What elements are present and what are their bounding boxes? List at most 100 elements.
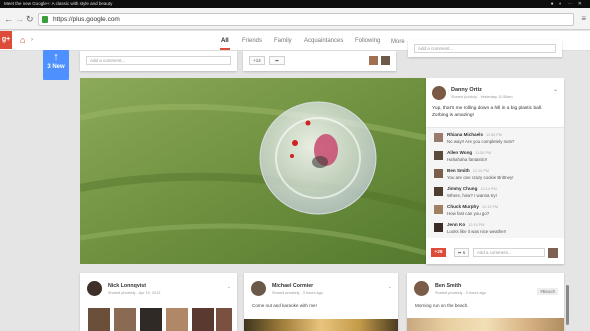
chevron-down-icon[interactable]: ⌄ xyxy=(227,284,231,290)
share-count: 6 xyxy=(462,250,466,255)
comment-time: 12:15 PM xyxy=(481,205,499,209)
hashtag-badge[interactable]: #Beach xyxy=(537,288,558,295)
comment-input[interactable]: Add a comment... xyxy=(86,56,231,65)
avatar[interactable] xyxy=(434,169,443,178)
post-side-panel: Danny Ortiz Shared publicly - Yesterday … xyxy=(426,78,564,264)
comment-item: Allen Wong 11:55 PM Hahahaha fantastic!! xyxy=(434,150,558,166)
post-meta: Shared privately - 3 hours ago xyxy=(435,290,486,295)
share-icon: ➦ xyxy=(457,250,462,255)
chevron-down-icon[interactable]: ⌄ xyxy=(553,86,558,93)
comment-item: Jimmy Chung 12:14 PM Where, how? I wanna … xyxy=(434,186,558,202)
photo-thumbnail[interactable] xyxy=(166,308,188,331)
lock-icon xyxy=(42,16,48,23)
comment-input[interactable]: Add a comment... xyxy=(414,44,556,53)
address-bar[interactable]: https://plus.google.com xyxy=(38,13,574,26)
menu-icon[interactable]: ≡ xyxy=(581,14,586,23)
new-posts-label: 3 New xyxy=(47,64,65,70)
post-card: Add a comment... xyxy=(408,40,562,57)
photo-thumbnail[interactable] xyxy=(192,308,214,331)
video-controls-icons[interactable]: ● ◐ ⋯ ✕ xyxy=(551,0,584,8)
comment-time: 12:10 PM xyxy=(472,169,489,173)
post-author[interactable]: Michael Cormier xyxy=(272,283,313,289)
comment-item: Ben Smith 12:10 PM You are one crazy cook… xyxy=(434,168,558,184)
avatar[interactable] xyxy=(434,223,443,232)
post-card: Add a comment... xyxy=(80,51,237,71)
post-text: Morning run on the beach. xyxy=(415,303,469,308)
comment-text: How fast can you go? xyxy=(447,211,490,216)
tab-friends[interactable]: Friends xyxy=(242,38,262,44)
avatar[interactable] xyxy=(381,56,390,65)
comment-text: Looks like it was nice weather! xyxy=(447,229,507,234)
comment-time: 11:55 PM xyxy=(486,133,502,137)
avatar[interactable] xyxy=(87,281,102,296)
chevron-down-icon[interactable]: ⌄ xyxy=(388,284,392,290)
comment-text: Hahahaha fantastic!! xyxy=(447,157,488,162)
comment-item: Jenn Ko 12:15 PM Looks like it was nice w… xyxy=(434,222,558,238)
gplus-logo[interactable]: g+ xyxy=(0,31,12,49)
comment-author[interactable]: Chuck Murphy xyxy=(447,204,479,209)
avatar[interactable] xyxy=(414,281,429,296)
avatar[interactable] xyxy=(434,187,443,196)
avatar[interactable] xyxy=(251,281,266,296)
share-button[interactable]: ➦ xyxy=(269,56,285,65)
post-meta: Shared privately - Apr 19, 2013 xyxy=(108,290,161,295)
comment-time: 12:15 PM xyxy=(468,223,485,227)
post-card: Michael Cormier Shared privately - 3 hou… xyxy=(244,273,398,331)
browser-toolbar: ← → ↻ https://plus.google.com ≡ xyxy=(0,8,590,30)
post-author[interactable]: Nick Lonnqvist xyxy=(108,283,146,289)
photo-thumbnail[interactable] xyxy=(114,308,136,331)
tab-more-label: More xyxy=(391,39,405,45)
photo-thumbnail[interactable] xyxy=(216,308,232,331)
video-title-bar: Meet the new Google+: A classic with sty… xyxy=(0,0,590,8)
comment-author[interactable]: Jenn Ko xyxy=(447,222,465,227)
post-photo[interactable] xyxy=(407,318,564,331)
tab-acquaintances[interactable]: Acquaintances xyxy=(304,38,343,44)
tab-following[interactable]: Following xyxy=(355,38,380,44)
post-author[interactable]: Danny Ortiz xyxy=(451,87,482,93)
avatar[interactable] xyxy=(369,56,378,65)
comment-author[interactable]: Ben Smith xyxy=(447,168,470,173)
share-button[interactable]: ➦ 6 xyxy=(454,248,469,257)
post-text: Come out and karaoke with me! xyxy=(252,303,317,308)
comment-author[interactable]: Jimmy Chung xyxy=(447,186,477,191)
comment-text: No way!! Are you completely nuts? xyxy=(447,139,515,144)
avatar[interactable] xyxy=(434,205,443,214)
comment-item: Rhiana Michaels 11:55 PM No way!! Are you… xyxy=(434,132,558,148)
post-text: Yup, that's me rolling down a hill in a … xyxy=(432,106,543,118)
plus-one-button[interactable]: +14 xyxy=(249,56,265,65)
back-icon[interactable]: ← xyxy=(4,13,13,25)
post-author[interactable]: Ben Smith xyxy=(435,283,461,289)
comments-list: Rhiana Michaels 11:55 PM No way!! Are you… xyxy=(426,127,564,238)
home-icon[interactable]: ⌂ xyxy=(20,35,25,45)
avatar[interactable] xyxy=(434,151,443,160)
avatar xyxy=(548,248,558,258)
comment-input[interactable]: Add a comment... xyxy=(473,248,545,257)
scrollbar[interactable] xyxy=(566,285,569,325)
comment-text: Where, how? I wanna try! xyxy=(447,193,497,198)
tab-all[interactable]: All xyxy=(220,38,230,50)
post-photo[interactable] xyxy=(244,319,398,331)
comment-text: You are one crazy cookie Brittney! xyxy=(447,175,514,180)
post-meta: Shared publicly - Yesterday 11:55am xyxy=(451,95,513,99)
reload-icon[interactable]: ↻ xyxy=(26,13,34,25)
photo-thumbnail[interactable] xyxy=(88,308,110,331)
post-photo[interactable] xyxy=(80,78,426,264)
comment-time: 11:55 PM xyxy=(475,151,492,155)
avatar[interactable] xyxy=(432,86,446,100)
chevron-right-icon[interactable]: › xyxy=(31,37,33,43)
photo-thumbnail[interactable] xyxy=(140,308,162,331)
post-card: Ben Smith Shared privately - 3 hours ago… xyxy=(407,273,564,331)
avatar[interactable] xyxy=(434,133,443,142)
comment-time: 12:14 PM xyxy=(480,187,497,191)
post-card: +14 ➦ xyxy=(243,51,396,71)
post-meta: Shared privately - 3 hours ago xyxy=(272,290,323,295)
url-text: https://plus.google.com xyxy=(53,16,120,23)
forward-icon[interactable]: → xyxy=(15,13,24,25)
comment-author[interactable]: Allen Wong xyxy=(447,150,472,155)
comment-item: Chuck Murphy 12:15 PM How fast can you go… xyxy=(434,204,558,220)
tab-family[interactable]: Family xyxy=(274,38,292,44)
post-card: Nick Lonnqvist Shared privately - Apr 19… xyxy=(80,273,237,331)
new-posts-button[interactable]: ↑ 3 New xyxy=(43,50,69,80)
comment-author[interactable]: Rhiana Michaels xyxy=(447,132,483,137)
plus-one-button[interactable]: +28 xyxy=(431,248,446,257)
